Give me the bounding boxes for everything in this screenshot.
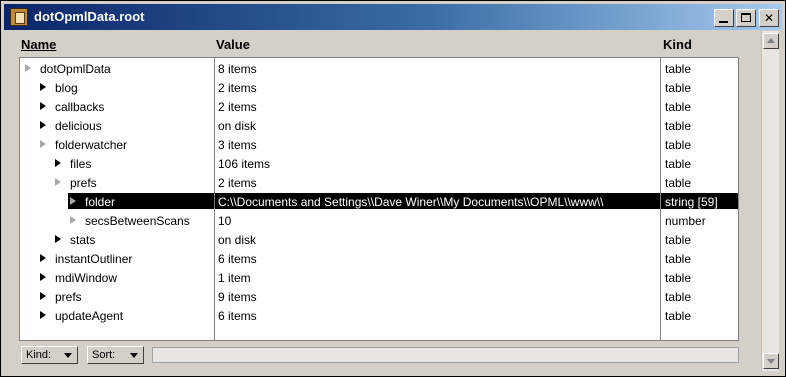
row-value: 9 items [218,290,257,304]
expand-triangle-icon[interactable] [40,292,46,300]
row-name: folder [85,195,116,209]
expand-triangle-icon[interactable] [40,102,46,110]
column-header-kind[interactable]: Kind [663,37,692,52]
row-kind: table [665,290,692,304]
table-row[interactable]: dotOpmlData 8 items table [20,59,738,78]
app-icon [10,8,28,26]
row-name: secsBetweenScans [85,214,190,228]
expand-triangle-icon[interactable] [55,178,61,186]
row-kind: table [665,62,692,76]
row-kind: table [665,233,692,247]
title-bar[interactable]: dotOpmlData.root ✕ [4,4,782,30]
row-kind: table [665,81,692,95]
row-value: 106 items [218,157,271,171]
row-name: stats [70,233,96,247]
row-value: on disk [218,119,257,133]
row-name: delicious [55,119,102,133]
outline-window: dotOpmlData.root ✕ Name Value Kind dotOp… [0,0,786,377]
table-row[interactable]: prefs 2 items table [20,173,738,192]
horizontal-scrollbar[interactable] [152,347,739,363]
row-name: callbacks [55,100,105,114]
row-kind: table [665,271,692,285]
row-value: on disk [218,233,257,247]
kind-popup-label: Kind: [26,349,52,361]
table-row[interactable]: files 106 items table [20,154,738,173]
expand-triangle-icon[interactable] [70,197,76,205]
row-value: 2 items [218,81,257,95]
sort-popup[interactable]: Sort: [87,346,144,364]
row-value: 2 items [218,100,257,114]
row-name: prefs [55,290,82,304]
table-row[interactable]: stats on disk table [20,230,738,249]
close-icon: ✕ [763,11,775,25]
expand-triangle-icon[interactable] [70,216,76,224]
table-row[interactable]: instantOutliner 6 items table [20,249,738,268]
row-name: prefs [70,176,97,190]
column-header-name[interactable]: Name [21,37,56,52]
expand-triangle-icon[interactable] [55,235,61,243]
row-kind: table [665,138,692,152]
column-header-value[interactable]: Value [216,37,250,52]
table-row[interactable]: folder C:\\Documents and Settings\\Dave W… [20,192,738,211]
row-name: blog [55,81,78,95]
expand-triangle-icon[interactable] [40,83,46,91]
row-kind: table [665,309,692,323]
expand-triangle-icon[interactable] [25,64,31,72]
dropdown-arrow-icon [64,353,72,358]
row-kind: string [59] [665,195,718,209]
row-kind: number [665,214,706,228]
row-value: 1 item [218,271,251,285]
row-name: dotOpmlData [40,62,111,76]
row-name: instantOutliner [55,252,133,266]
sort-popup-label: Sort: [92,349,116,361]
maximize-icon [741,13,751,22]
row-kind: table [665,252,692,266]
table-row[interactable]: updateAgent 6 items table [20,306,738,325]
kind-popup[interactable]: Kind: [21,346,78,364]
row-kind: table [665,119,692,133]
close-button[interactable]: ✕ [759,9,779,27]
dropdown-arrow-icon [130,353,138,358]
table-row[interactable]: folderwatcher 3 items table [20,135,738,154]
row-name: folderwatcher [55,138,128,152]
table-row[interactable]: delicious on disk table [20,116,738,135]
vertical-scrollbar[interactable] [761,31,779,371]
row-kind: table [665,176,692,190]
arrow-down-icon [767,359,775,364]
maximize-button[interactable] [736,9,756,27]
row-value: 6 items [218,252,257,266]
table-row[interactable]: secsBetweenScans 10 number [20,211,738,230]
row-value: 8 items [218,62,257,76]
scroll-up-button[interactable] [763,33,779,49]
outline-table: dotOpmlData 8 items table blog 2 items table c… [19,57,739,341]
expand-triangle-icon[interactable] [40,121,46,129]
row-kind: table [665,157,692,171]
table-row[interactable]: blog 2 items table [20,78,738,97]
row-value: 2 items [218,176,257,190]
row-kind: table [665,100,692,114]
table-row[interactable]: prefs 9 items table [20,287,738,306]
expand-triangle-icon[interactable] [40,311,46,319]
window-title: dotOpmlData.root [34,9,145,24]
table-row[interactable]: callbacks 2 items table [20,97,738,116]
expand-triangle-icon[interactable] [40,273,46,281]
row-value: 3 items [218,138,257,152]
row-value: 10 [218,214,232,228]
expand-triangle-icon[interactable] [40,254,46,262]
scroll-down-button[interactable] [763,353,779,369]
row-name: updateAgent [55,309,124,323]
row-value: 6 items [218,309,257,323]
row-name: mdiWindow [55,271,118,285]
arrow-up-icon [767,38,775,43]
table-row[interactable]: mdiWindow 1 item table [20,268,738,287]
row-name: files [70,157,92,171]
expand-triangle-icon[interactable] [40,140,46,148]
expand-triangle-icon[interactable] [55,159,61,167]
minimize-button[interactable] [714,9,734,27]
minimize-icon [719,21,728,23]
row-value: C:\\Documents and Settings\\Dave Winer\\… [218,195,604,209]
